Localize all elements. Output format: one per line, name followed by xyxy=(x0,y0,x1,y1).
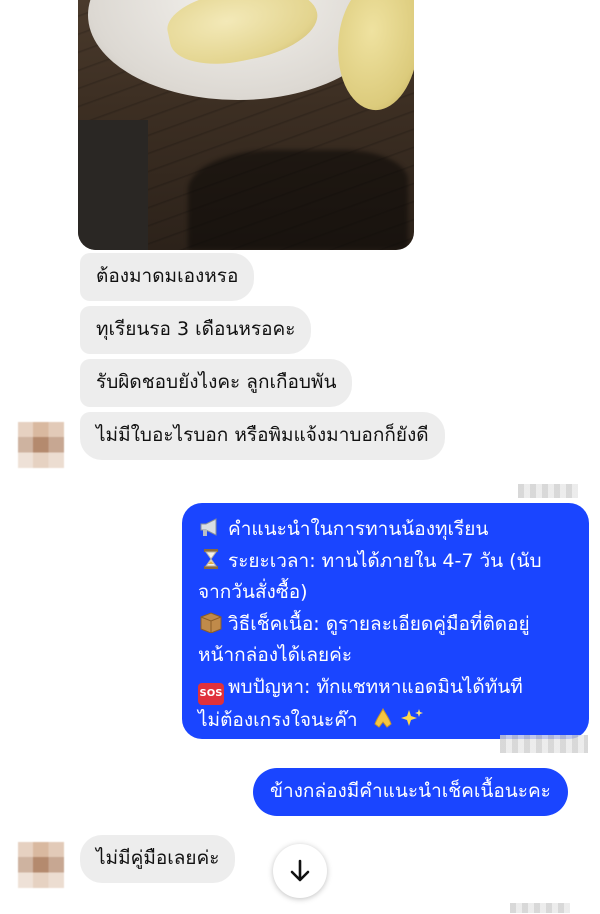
timestamp-blurred xyxy=(500,735,588,753)
sos-icon: SOS xyxy=(198,682,224,705)
photo-shadow xyxy=(188,150,408,250)
photo-background xyxy=(78,120,148,250)
message-text: ทุเรียนรอ 3 เดือนหรอคะ xyxy=(96,318,296,340)
timestamp-blurred xyxy=(510,903,570,913)
notice-line: ไม่ต้องเกรงใจนะค๊า xyxy=(198,705,573,737)
outgoing-message[interactable]: ข้างกล่องมีคำแนะนำเช็คเนื้อนะคะ xyxy=(253,768,568,816)
incoming-message[interactable]: รับผิดชอบยังไงคะ ลูกเกือบพัน xyxy=(80,359,353,407)
sender-avatar[interactable] xyxy=(18,842,64,888)
notice-line: วิธีเช็คเนื้อ: ดูรายละเอียดคู่มือที่ติดอ… xyxy=(198,609,573,641)
package-icon xyxy=(200,611,222,633)
message-text: ไม่มีคู่มือเลยค่ะ xyxy=(96,847,220,869)
outgoing-notice-message[interactable]: คำแนะนำในการทานน้องทุเรียน ระยะเวลา: ทาน… xyxy=(182,503,589,739)
scroll-to-bottom-button[interactable] xyxy=(273,844,327,898)
timestamp-blurred xyxy=(518,484,578,498)
hourglass-icon xyxy=(204,548,218,569)
message-text: ข้างกล่องมีคำแนะนำเช็คเนื้อนะคะ xyxy=(270,780,551,802)
incoming-message[interactable]: ไม่มีใบอะไรบอก หรือพิมแจ้งมาบอกก็ยังดี xyxy=(80,412,445,460)
sender-avatar[interactable] xyxy=(18,422,64,468)
chat-thread: ต้องมาดมเองหรอ ทุเรียนรอ 3 เดือนหรอคะ รั… xyxy=(0,0,600,914)
notice-line: คำแนะนำในการทานน้องทุเรียน xyxy=(198,514,573,546)
notice-line: ระยะเวลา: ทานได้ภายใน 4-7 วัน (นับ xyxy=(198,546,573,578)
message-text: ต้องมาดมเองหรอ xyxy=(96,265,239,287)
arrow-down-icon xyxy=(290,859,310,882)
message-text: รับผิดชอบยังไงคะ ลูกเกือบพัน xyxy=(96,371,337,393)
megaphone-icon xyxy=(200,518,217,536)
incoming-message[interactable]: ทุเรียนรอ 3 เดือนหรอคะ xyxy=(80,306,312,354)
notice-line: SOS พบปัญหา: ทักแชทหาแอดมินได้ทันที xyxy=(198,672,573,705)
message-text: ไม่มีใบอะไรบอก หรือพิมแจ้งมาบอกก็ยังดี xyxy=(96,424,429,446)
shared-photo[interactable] xyxy=(78,0,414,250)
notice-line: หน้ากล่องได้เลยค่ะ xyxy=(198,644,353,666)
incoming-message[interactable]: ต้องมาดมเองหรอ xyxy=(80,253,255,301)
folded-hands-icon xyxy=(374,707,392,728)
sparkles-icon xyxy=(400,708,423,726)
photo-durian-flesh-2 xyxy=(329,0,414,115)
incoming-message[interactable]: ไม่มีคู่มือเลยค่ะ xyxy=(80,835,236,883)
notice-line: จากวันสั่งซื้อ) xyxy=(198,581,308,603)
